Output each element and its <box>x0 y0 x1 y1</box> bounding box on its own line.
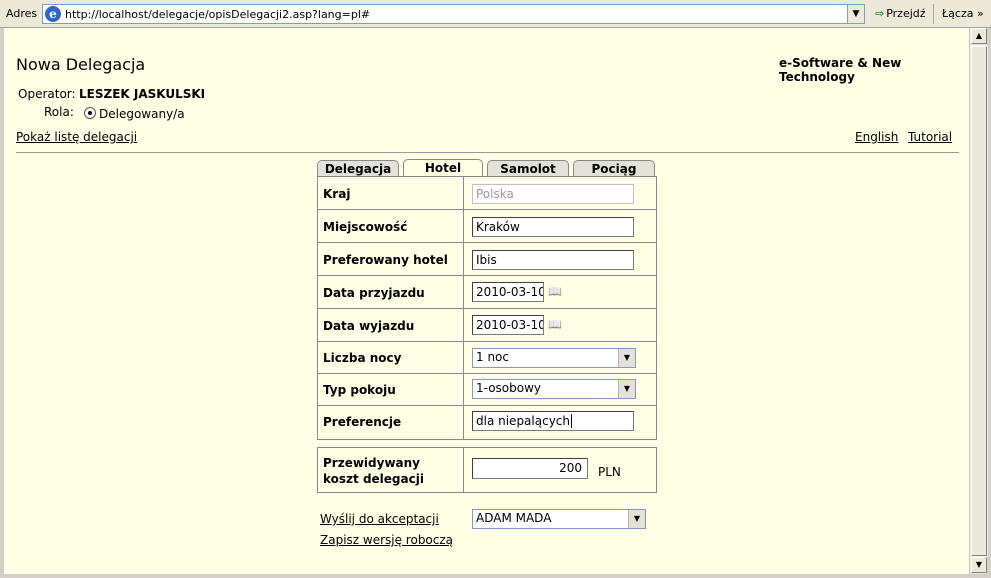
tutorial-link[interactable]: Tutorial <box>908 130 952 144</box>
arrival-date-field[interactable]: 2010-03-10 <box>472 282 544 302</box>
status-strip <box>0 574 991 578</box>
form-row-city: Miejscowość Kraków <box>318 209 656 242</box>
nights-value: 1 noc <box>476 350 509 364</box>
cost-label-line1: Przewidywany <box>323 456 420 470</box>
tab-samolot[interactable]: Samolot <box>487 160 569 177</box>
tab-pociag[interactable]: Pociąg <box>573 160 655 177</box>
room-type-label: Typ pokoju <box>323 383 396 397</box>
company-name: e-Software & New Technology <box>779 56 902 84</box>
toolbar-separator <box>933 4 934 24</box>
departure-date-field[interactable]: 2010-03-10 <box>472 315 544 335</box>
nights-label: Liczba nocy <box>323 351 402 365</box>
cost-field[interactable]: 200 <box>472 458 588 479</box>
city-field[interactable]: Kraków <box>472 217 634 237</box>
address-label: Adres <box>6 7 38 20</box>
go-arrow-icon: ⇨ <box>875 7 885 20</box>
form-row-hotel: Preferowany hotel Ibis <box>318 242 656 275</box>
cost-section: Przewidywany koszt delegacji 200 PLN <box>317 447 657 493</box>
address-dropdown-icon[interactable]: ▼ <box>847 5 864 23</box>
text-caret: ​ <box>571 414 573 428</box>
room-type-value: 1-osobowy <box>476 381 541 395</box>
go-button[interactable]: ⇨ Przejdź <box>875 7 926 20</box>
arrival-label: Data przyjazdu <box>323 286 425 300</box>
nights-select[interactable]: 1 noc ▼ <box>472 348 636 368</box>
scroll-down-icon[interactable]: ▼ <box>971 557 987 573</box>
links-label: Łącza <box>942 7 974 20</box>
currency-label: PLN <box>598 465 621 479</box>
hotel-form: Kraj Polska Miejscowość Kraków Preferowa… <box>317 176 657 440</box>
approver-value: ADAM MADA <box>476 511 552 525</box>
links-button[interactable]: Łącza » <box>942 7 984 20</box>
calendar-icon[interactable]: 📖 <box>548 319 562 331</box>
role-value: Delegowany/a <box>99 107 185 121</box>
role-label: Rola: <box>44 105 74 119</box>
country-label: Kraj <box>323 187 351 201</box>
language-english-link[interactable]: English <box>855 130 898 144</box>
preferences-field[interactable]: dla niepalących​ <box>472 411 634 431</box>
page-viewport: Nowa Delegacja e-Software & New Technolo… <box>4 28 969 574</box>
preferences-value: dla niepalących <box>476 414 571 428</box>
city-label: Miejscowość <box>323 220 408 234</box>
save-draft-link[interactable]: Zapisz wersję roboczą <box>320 533 453 547</box>
country-field: Polska <box>472 184 634 204</box>
form-row-nights: Liczba nocy 1 noc ▼ <box>318 341 656 373</box>
page-title: Nowa Delegacja <box>16 55 146 74</box>
cost-label-line2: koszt delegacji <box>323 472 424 486</box>
show-delegation-list-link[interactable]: Pokaż listę delegacji <box>16 130 137 144</box>
chevron-down-icon[interactable]: ▼ <box>618 349 635 367</box>
ie-page-icon: e <box>45 6 61 22</box>
hotel-field[interactable]: Ibis <box>472 250 634 270</box>
tab-hotel[interactable]: Hotel <box>403 159 483 177</box>
tab-delegacja[interactable]: Delegacja <box>317 160 399 177</box>
address-input[interactable]: e http://localhost/delegacje/opisDelegac… <box>42 4 865 24</box>
operator-name: LESZEK JASKULSKI <box>79 87 206 101</box>
send-for-approval-link[interactable]: Wyślij do akceptacji <box>320 512 439 526</box>
chevron-down-icon[interactable]: ▼ <box>628 510 645 528</box>
scroll-up-icon[interactable]: ▲ <box>971 28 987 44</box>
cost-label: Przewidywany koszt delegacji <box>323 455 453 487</box>
address-bar: Adres e http://localhost/delegacje/opisD… <box>0 0 991 28</box>
form-row-departure: Data wyjazdu 2010-03-10 📖 <box>318 308 656 341</box>
room-type-select[interactable]: 1-osobowy ▼ <box>472 379 636 399</box>
go-label: Przejdź <box>886 7 926 20</box>
form-row-arrival: Data przyjazdu 2010-03-10 📖 <box>318 275 656 308</box>
cost-column-divider <box>463 448 464 492</box>
preferences-label: Preferencje <box>323 415 402 429</box>
departure-label: Data wyjazdu <box>323 319 415 333</box>
form-row-country: Kraj Polska <box>318 176 656 209</box>
calendar-icon[interactable]: 📖 <box>548 286 562 298</box>
hotel-label: Preferowany hotel <box>323 253 448 267</box>
address-url[interactable]: http://localhost/delegacje/opisDelegacji… <box>65 8 370 21</box>
vertical-scrollbar[interactable]: ▲ ▼ <box>969 28 988 574</box>
chevron-right-icon: » <box>977 7 984 20</box>
scrollbar-thumb[interactable] <box>971 46 987 556</box>
operator-label: Operator: <box>18 87 76 101</box>
chevron-down-icon[interactable]: ▼ <box>618 380 635 398</box>
form-row-preferences: Preferencje dla niepalących​ <box>318 405 656 440</box>
form-row-room-type: Typ pokoju 1-osobowy ▼ <box>318 373 656 405</box>
header-divider <box>16 152 959 153</box>
approver-select[interactable]: ADAM MADA ▼ <box>472 509 646 529</box>
role-radio[interactable] <box>84 107 96 119</box>
